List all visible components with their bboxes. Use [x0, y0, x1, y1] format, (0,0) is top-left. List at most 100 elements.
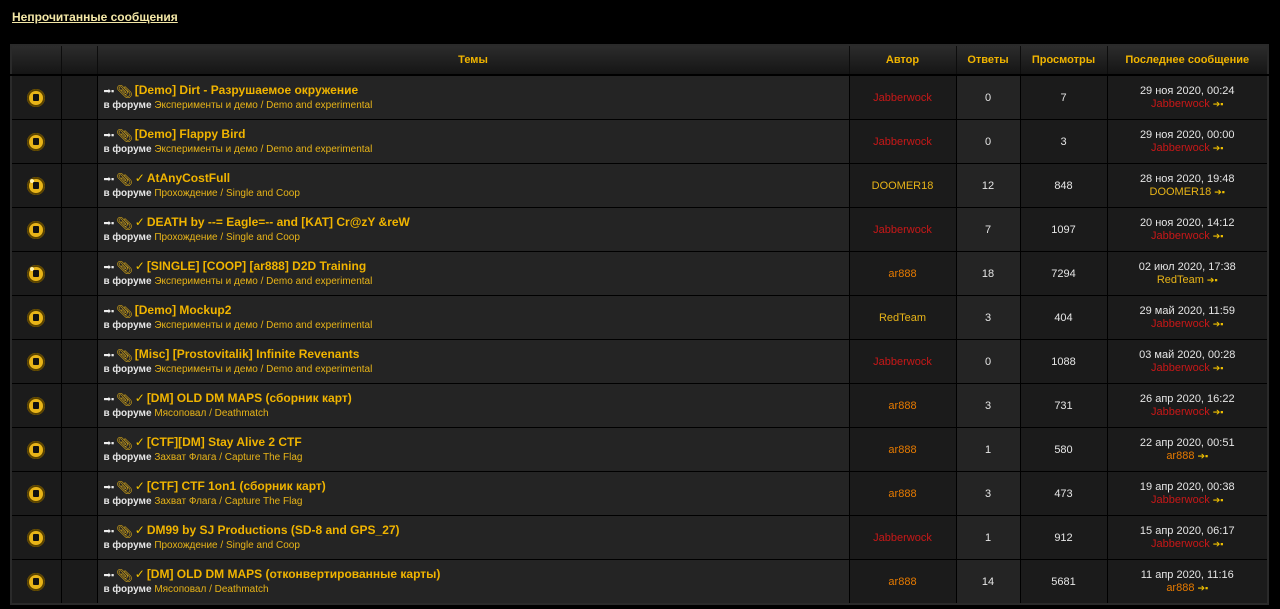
last-post-cell: 19 апр 2020, 00:38 Jabberwock ➔▪ [1107, 471, 1269, 516]
last-post-user-link[interactable]: DOOMER18 [1150, 186, 1212, 198]
last-post-user-link[interactable]: Jabberwock [1151, 538, 1210, 550]
author-link[interactable]: Jabberwock [873, 224, 932, 236]
solved-check-icon: ✓ [134, 215, 145, 229]
forum-link[interactable]: Эксперименты и демо / Demo and experimen… [154, 276, 372, 287]
last-post-user-link[interactable]: RedTeam [1157, 274, 1204, 286]
last-post-cell: 22 апр 2020, 00:51 ar888 ➔▪ [1107, 427, 1269, 472]
newest-post-icon[interactable]: ➡▪ [104, 172, 115, 187]
goto-last-post-icon[interactable]: ➔▪ [1197, 451, 1208, 461]
newest-post-icon[interactable]: ➡▪ [104, 260, 115, 275]
newest-post-icon[interactable]: ➡▪ [104, 216, 115, 231]
topic-title-link[interactable]: [CTF][DM] Stay Alive 2 CTF [147, 435, 302, 449]
goto-last-post-icon[interactable]: ➔▪ [1213, 319, 1224, 329]
last-post-user-link[interactable]: Jabberwock [1151, 494, 1210, 506]
topic-title-link[interactable]: [SINGLE] [COOP] [ar888] D2D Training [147, 259, 366, 273]
replies-cell: 0 [956, 74, 1021, 120]
newest-post-icon[interactable]: ➡▪ [104, 568, 115, 583]
newest-post-icon[interactable]: ➡▪ [104, 304, 115, 319]
goto-last-post-icon[interactable]: ➔▪ [1213, 363, 1224, 373]
forum-link[interactable]: Эксперименты и демо / Demo and experimen… [154, 100, 372, 111]
last-post-user-link[interactable]: Jabberwock [1151, 406, 1210, 418]
author-link[interactable]: Jabberwock [873, 532, 932, 544]
newest-post-icon[interactable]: ➡▪ [104, 348, 115, 363]
last-post-user-link[interactable]: Jabberwock [1151, 230, 1210, 242]
topic-title-link[interactable]: DM99 by SJ Productions (SD-8 and GPS_27) [147, 523, 400, 537]
topic-title-link[interactable]: [DM] OLD DM MAPS (сборник карт) [147, 391, 352, 405]
goto-last-post-icon[interactable]: ➔▪ [1214, 187, 1225, 197]
last-post-cell: 26 апр 2020, 16:22 Jabberwock ➔▪ [1107, 383, 1269, 428]
last-post-cell: 28 ноя 2020, 19:48 DOOMER18 ➔▪ [1107, 163, 1269, 208]
author-link[interactable]: Jabberwock [873, 92, 932, 104]
goto-last-post-icon[interactable]: ➔▪ [1213, 143, 1224, 153]
forum-link[interactable]: Эксперименты и демо / Demo and experimen… [154, 320, 372, 331]
topic-status-icon [27, 396, 46, 415]
goto-last-post-icon[interactable]: ➔▪ [1213, 407, 1224, 417]
topic-title-link[interactable]: AtAnyCostFull [147, 171, 230, 185]
last-post-cell: 29 май 2020, 11:59 Jabberwock ➔▪ [1107, 295, 1269, 340]
attachment-icon: 📎︎ [116, 391, 133, 407]
goto-last-post-icon[interactable]: ➔▪ [1213, 231, 1224, 241]
author-link[interactable]: RedTeam [879, 312, 926, 324]
replies-cell: 7 [956, 207, 1021, 252]
last-post-user-link[interactable]: Jabberwock [1151, 318, 1210, 330]
author-link[interactable]: ar888 [888, 488, 916, 500]
last-post-cell: 11 апр 2020, 11:16 ar888 ➔▪ [1107, 559, 1269, 604]
topic-cell: ➡▪ 📎︎ ✓ [CTF] CTF 1on1 (сборник карт) в фор… [97, 471, 850, 516]
topic-cell: ➡▪ 📎︎ ✓ AtAnyCostFull в форуме Прохождение … [97, 163, 850, 208]
solved-check-icon: ✓ [134, 523, 145, 537]
forum-link[interactable]: Эксперименты и демо / Demo and experimen… [154, 144, 372, 155]
in-forum-label: в форуме [103, 320, 152, 331]
goto-last-post-icon[interactable]: ➔▪ [1213, 495, 1224, 505]
author-link[interactable]: Jabberwock [873, 136, 932, 148]
last-post-user-link[interactable]: Jabberwock [1151, 142, 1210, 154]
last-post-date: 29 май 2020, 11:59 [1139, 304, 1235, 317]
views-cell: 580 [1020, 427, 1108, 472]
topic-row: ➡▪ 📎︎ [Demo] Dirt - Разрушаемое окружение … [11, 74, 1269, 120]
last-post-user-link[interactable]: Jabberwock [1151, 98, 1210, 110]
topic-title-link[interactable]: DEATH by --= Eagle=-- and [KAT] Cr@zY &r… [147, 215, 410, 229]
newest-post-icon[interactable]: ➡▪ [104, 84, 115, 99]
last-post-user-link[interactable]: ar888 [1166, 450, 1194, 462]
topic-row: ➡▪ 📎︎ ✓ [DM] OLD DM MAPS (сборник карт) в ф… [11, 383, 1269, 428]
topic-cell: ➡▪ 📎︎ ✓ [CTF][DM] Stay Alive 2 CTF в форуме… [97, 427, 850, 472]
topic-type-cell [61, 471, 98, 516]
author-link[interactable]: ar888 [888, 444, 916, 456]
topic-title-link[interactable]: [Demo] Mockup2 [135, 303, 232, 317]
topic-cell: ➡▪ 📎︎ ✓ DM99 by SJ Productions (SD-8 and GP… [97, 515, 850, 560]
topic-type-cell [61, 339, 98, 384]
topic-row: ➡▪ 📎︎ ✓ [DM] OLD DM MAPS (отконвертированны… [11, 559, 1269, 604]
forum-link[interactable]: Захват Флага / Capture The Flag [154, 496, 302, 507]
forum-link[interactable]: Прохождение / Single and Coop [154, 540, 300, 551]
author-link[interactable]: ar888 [888, 400, 916, 412]
forum-link[interactable]: Прохождение / Single and Coop [154, 232, 300, 243]
last-post-date: 28 ноя 2020, 19:48 [1139, 172, 1235, 185]
forum-link[interactable]: Эксперименты и демо / Demo and experimen… [154, 364, 372, 375]
last-post-user-link[interactable]: ar888 [1166, 582, 1194, 594]
newest-post-icon[interactable]: ➡▪ [104, 392, 115, 407]
newest-post-icon[interactable]: ➡▪ [104, 480, 115, 495]
topic-title-link[interactable]: [Demo] Flappy Bird [135, 127, 246, 141]
author-link[interactable]: ar888 [888, 576, 916, 588]
topic-title-link[interactable]: [Misc] [Prostovitalik] Infinite Revenant… [135, 347, 360, 361]
newest-post-icon[interactable]: ➡▪ [104, 524, 115, 539]
topic-title-link[interactable]: [Demo] Dirt - Разрушаемое окружение [135, 83, 358, 97]
author-link[interactable]: Jabberwock [873, 356, 932, 368]
goto-last-post-icon[interactable]: ➔▪ [1213, 99, 1224, 109]
author-link[interactable]: ar888 [888, 268, 916, 280]
topic-cell: ➡▪ 📎︎ ✓ [DM] OLD DM MAPS (отконвертированны… [97, 559, 850, 604]
forum-link[interactable]: Мясоповал / Deathmatch [154, 584, 268, 595]
goto-last-post-icon[interactable]: ➔▪ [1197, 583, 1208, 593]
forum-link[interactable]: Прохождение / Single and Coop [154, 188, 300, 199]
forum-link[interactable]: Мясоповал / Deathmatch [154, 408, 268, 419]
last-post-cell: 29 ноя 2020, 00:00 Jabberwock ➔▪ [1107, 119, 1269, 164]
page-title-link[interactable]: Непрочитанные сообщения [12, 10, 178, 24]
goto-last-post-icon[interactable]: ➔▪ [1207, 275, 1218, 285]
forum-link[interactable]: Захват Флага / Capture The Flag [154, 452, 302, 463]
last-post-user-link[interactable]: Jabberwock [1151, 362, 1210, 374]
topic-title-link[interactable]: [CTF] CTF 1on1 (сборник карт) [147, 479, 326, 493]
topic-title-link[interactable]: [DM] OLD DM MAPS (отконвертированные кар… [147, 567, 441, 581]
newest-post-icon[interactable]: ➡▪ [104, 436, 115, 451]
newest-post-icon[interactable]: ➡▪ [104, 128, 115, 143]
goto-last-post-icon[interactable]: ➔▪ [1213, 539, 1224, 549]
author-link[interactable]: DOOMER18 [872, 180, 934, 192]
